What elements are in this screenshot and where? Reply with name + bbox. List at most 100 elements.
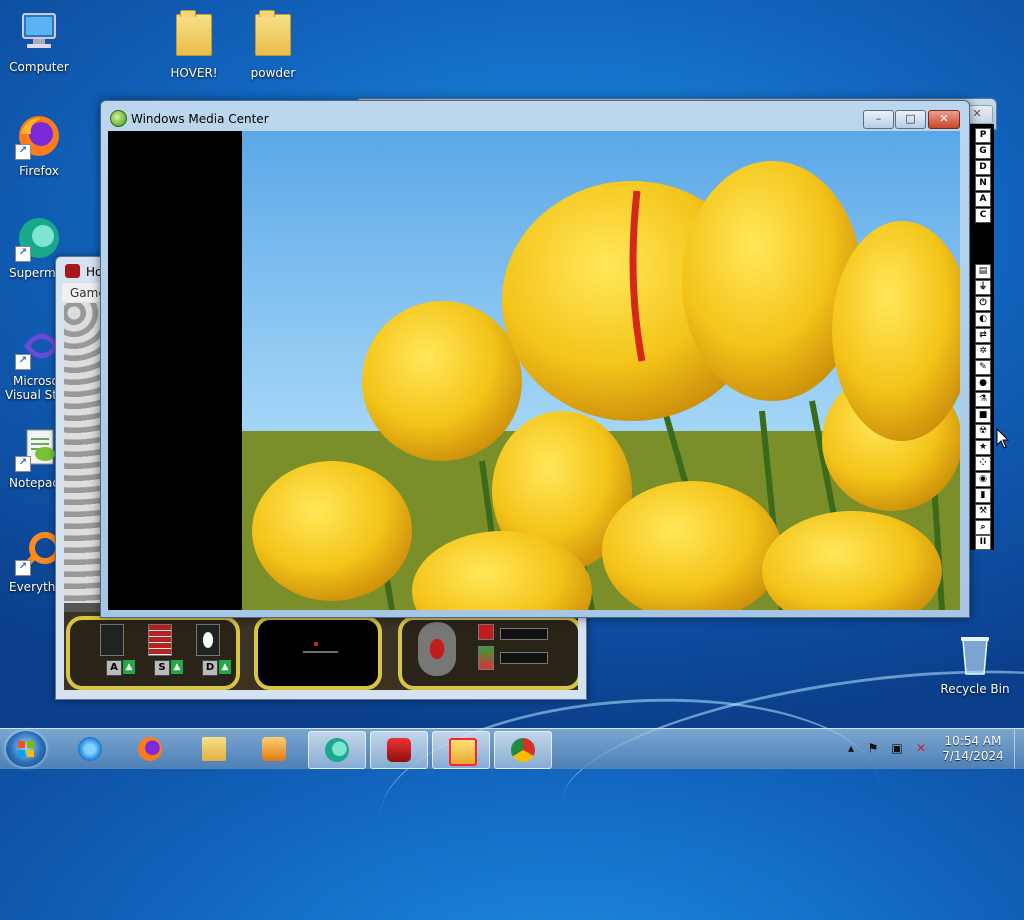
taskbar-clock[interactable]: 10:54 AM 7/14/2024 [942,734,1004,764]
media-viewer[interactable] [108,131,960,610]
mouse-cursor-icon [996,428,1010,449]
shortcut-arrow-icon: ↗ [15,456,31,472]
tool-d-button[interactable]: D [975,160,991,175]
hud-radar-panel [254,616,382,690]
recycle-bin-icon [951,630,999,678]
brightness-icon[interactable]: ◐ [975,312,991,327]
chrome-icon [511,738,535,762]
flask-icon[interactable]: ⚗ [975,392,991,407]
shortcut-arrow-icon: ↗ [15,144,31,160]
media-center-icon [449,738,477,766]
radar-icon [303,642,338,653]
radiation-icon[interactable]: ☢ [975,424,991,439]
folder-icon [170,10,218,62]
clock-date: 7/14/2024 [942,749,1004,763]
desktop-icon-recycle-bin[interactable]: Recycle Bin [937,630,1013,696]
tulips-photo [242,131,960,610]
firefox-icon [138,737,162,761]
close-button[interactable]: ✕ [928,110,960,129]
hud-status-panel [398,616,578,690]
dots-icon[interactable]: ⁘ [975,456,991,471]
desktop-icon-label: Computer [9,60,69,74]
rock-wall [64,303,104,603]
bookmark-icon[interactable]: ▮ [975,488,991,503]
taskbar-supermium[interactable] [308,731,366,769]
hud-powerups-panel: A ▲ S ▲ D ▲ [66,616,240,690]
tool-p-button[interactable]: P [975,128,991,143]
computer-icon [15,8,63,56]
desktop-icon-firefox[interactable]: ↗ Firefox [1,112,77,178]
game-hud: A ▲ S ▲ D ▲ [64,612,578,690]
pencil-icon[interactable]: ✎ [975,360,991,375]
start-button[interactable] [6,731,46,767]
window-icon[interactable]: ▤ [975,264,991,279]
show-hidden-icons-icon[interactable]: ▴ [844,741,858,755]
drop-icon[interactable]: ● [975,376,991,391]
taskbar-chrome[interactable] [494,731,552,769]
supermium-icon [325,738,349,762]
tool-g-button[interactable]: G [975,144,991,159]
desktop-icon-computer[interactable]: Computer [1,8,77,74]
desktop-icon-label: powder [250,66,296,80]
supermium-icon: ↗ [15,214,63,262]
taskbar-internet-explorer[interactable] [62,731,118,767]
craft-status-icon [418,622,456,676]
tool-strip: P G D N A C ▤ ⏚ ⏻ ◐ ⇄ ✲ ✎ ● ⚗ ■ ☢ ★ ⁘ ◉ … [970,124,994,550]
hammer-icon[interactable]: ⚒ [975,504,991,519]
shortcut-arrow-icon: ↗ [15,246,31,262]
media-player-icon [262,737,286,761]
folder-icon [202,737,226,761]
media-center-window[interactable]: Windows Media Center – □ ✕ [100,100,970,618]
taskbar-media-center[interactable] [432,731,490,769]
tool-n-button[interactable]: N [975,176,991,191]
up-arrow-icon: ▲ [123,660,135,674]
taskbar-hover-game[interactable] [370,731,428,769]
spring-powerup-icon [100,624,124,656]
folder-icon [249,10,297,62]
flag-status-icon [478,624,494,640]
wall-powerup-icon [148,624,172,656]
action-center-flag-icon[interactable]: ⚑ [866,741,880,755]
minimize-button[interactable]: – [863,110,894,129]
tulips-image [242,161,960,610]
taskbar-media-player[interactable] [246,731,302,767]
hover-game-icon [387,738,411,762]
desktop-icon-hover[interactable]: HOVER! [156,8,232,80]
cloak-powerup-icon [196,624,220,656]
taskbar-file-explorer[interactable] [186,731,242,767]
star-icon[interactable]: ★ [975,440,991,455]
search-icon[interactable]: ⌕ [975,520,991,535]
meter-bar [500,652,548,664]
network-icon[interactable]: ▣ [890,741,904,755]
tool-a-button[interactable]: A [975,192,991,207]
window-title: Windows Media Center [131,112,269,126]
settings-icon[interactable]: ✲ [975,344,991,359]
media-center-app-icon [110,110,127,127]
show-desktop-button[interactable] [1014,729,1024,769]
key-s: S [154,660,170,676]
key-d: D [202,660,218,676]
taskbar: ▴ ⚑ ▣ ✕ 10:54 AM 7/14/2024 [0,728,1024,769]
taskbar-firefox[interactable] [122,731,178,767]
bulb-icon[interactable]: ◉ [975,472,991,487]
power-icon[interactable]: ⏻ [975,296,991,311]
square-icon[interactable]: ■ [975,408,991,423]
shortcut-arrow-icon: ↗ [15,560,31,576]
up-arrow-icon: ▲ [219,660,231,674]
desktop-icon-powder[interactable]: powder [235,8,311,80]
pause-button[interactable]: II [975,535,991,550]
tool-c-button[interactable]: C [975,208,991,223]
desktop-icon-label: HOVER! [170,66,218,80]
swap-icon[interactable]: ⇄ [975,328,991,343]
maximize-button[interactable]: □ [895,110,926,129]
key-a: A [106,660,122,676]
volume-muted-icon[interactable]: ✕ [914,741,928,755]
hover-app-icon [65,264,80,278]
desktop-icon-label: Recycle Bin [940,682,1010,696]
shortcut-arrow-icon: ↗ [15,354,31,370]
signal-status-icon [478,646,494,670]
meter-bar [500,628,548,640]
plug-icon[interactable]: ⏚ [975,280,991,295]
firefox-icon: ↗ [15,112,63,160]
up-arrow-icon: ▲ [171,660,183,674]
